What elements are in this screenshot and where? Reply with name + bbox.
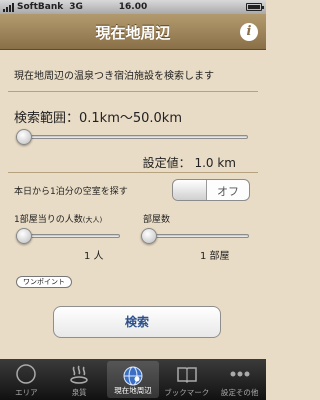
one-point-button[interactable]: ワンポイント <box>16 276 72 288</box>
clock: 16.00 <box>118 2 148 12</box>
search-button[interactable]: 検索 <box>53 306 221 338</box>
range-slider-thumb[interactable] <box>16 129 32 145</box>
rooms-slider-thumb[interactable] <box>141 228 157 244</box>
divider <box>8 172 258 173</box>
rooms-value: 1 部屋 <box>200 251 230 262</box>
tab-area[interactable]: エリア <box>0 359 53 400</box>
rooms-label: 部屋数 <box>143 215 171 225</box>
description-text: 現在地周辺の温泉つき宿泊施設を検索します <box>14 71 214 82</box>
tab-label: 泉質 <box>71 388 87 397</box>
toggle-knob <box>173 180 207 200</box>
tab-label: エリア <box>15 388 38 397</box>
globe-location-icon <box>123 366 143 386</box>
tab-bookmark[interactable]: ブックマーク <box>160 359 213 400</box>
rooms-slider[interactable] <box>143 234 249 238</box>
setting-value: 設定値： 1.0 km <box>142 156 236 170</box>
people-label: 1部屋当りの人数(大人) <box>14 212 102 225</box>
people-value: 1 人 <box>84 251 104 262</box>
tab-label: 現在地周辺 <box>114 386 152 395</box>
tab-spring-quality[interactable]: 泉質 <box>53 359 106 400</box>
tab-nearby[interactable]: 現在地周辺 <box>106 361 160 398</box>
info-icon[interactable]: i <box>240 23 258 41</box>
status-bar: SoftBank 3G 16.00 <box>0 0 266 14</box>
compass-icon <box>16 364 37 384</box>
vacancy-label: 本日から1泊分の空室を探す <box>14 187 128 197</box>
tab-label: 設定その他 <box>220 388 259 397</box>
range-slider[interactable] <box>16 135 248 139</box>
tab-settings[interactable]: 設定その他 <box>213 359 266 400</box>
nav-bar: 現在地周辺 i <box>0 14 266 50</box>
people-label-suffix: (大人) <box>82 216 103 224</box>
search-range-label: 検索範囲：0.1km〜50.0km <box>14 111 183 126</box>
hot-spring-icon <box>70 365 88 384</box>
book-icon <box>177 367 197 384</box>
main-content: 現在地周辺の温泉つき宿泊施設を検索します 検索範囲：0.1km〜50.0km 設… <box>0 51 266 359</box>
tab-bar: エリア 泉質 現在地周辺 ブックマーク 設定その他 <box>0 359 266 400</box>
toggle-label: オフ <box>217 185 239 198</box>
people-label-text: 1部屋当りの人数 <box>14 215 83 225</box>
people-slider-thumb[interactable] <box>16 228 32 244</box>
more-icon <box>230 371 250 377</box>
vacancy-toggle[interactable]: オフ <box>172 179 250 201</box>
battery-icon <box>246 3 264 11</box>
page-title: 現在地周辺 <box>95 24 171 42</box>
divider <box>8 91 258 92</box>
tab-label: ブックマーク <box>164 388 210 397</box>
